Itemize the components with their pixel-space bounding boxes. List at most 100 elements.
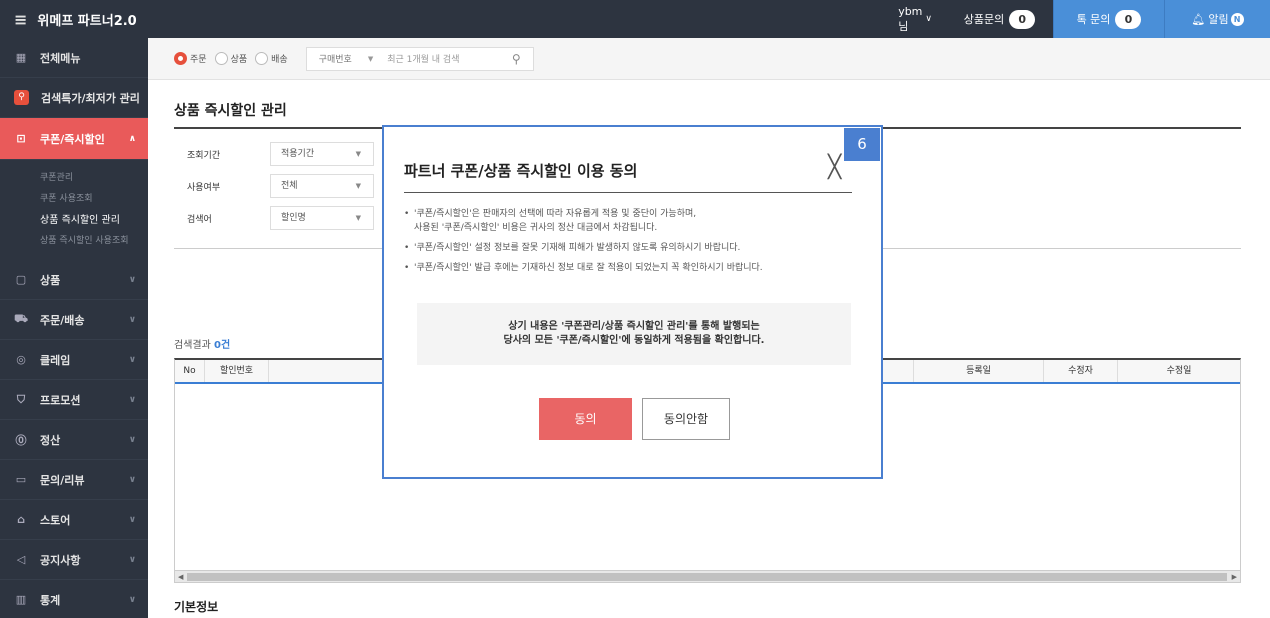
quick-search-box[interactable]: 구매번호 ▼ 최근 1개월 내 검색 ⚲	[305, 46, 534, 71]
radio-icon	[214, 52, 228, 65]
brand: ≡ 위메프 파트너2.0	[0, 10, 900, 29]
scroll-thumb[interactable]	[187, 573, 1227, 581]
bullet-text: '쿠폰/즉시할인'은 판매자의 선택에 따라 자유롭게 적용 및 중단이 가능하…	[414, 209, 697, 219]
user-menu[interactable]: ybm님 ∨	[898, 4, 946, 34]
submenu-instant-discount-usage[interactable]: 상품 즉시할인 사용조회	[40, 231, 148, 252]
radio-delivery[interactable]: 배송	[255, 52, 288, 65]
won-icon: ⓪	[15, 433, 27, 447]
user-name: ybm님	[898, 4, 923, 33]
sidebar-item-settlement[interactable]: ⓪ 정산 ∨	[0, 420, 148, 460]
modal-divider	[404, 192, 852, 193]
column-header: 할인번호	[205, 360, 269, 382]
consent-notice: 상기 내용은 '쿠폰관리/상품 즉시할인 관리'를 통해 발행되는 당사의 모든…	[417, 303, 851, 365]
chevron-down-icon: ∨	[128, 514, 136, 525]
talk-inquiry-button[interactable]: 톡 문의 0	[1054, 0, 1164, 38]
notice-line: 당사의 모든 '쿠폰/즉시할인'에 동일하게 적용됨을 확인합니다.	[503, 335, 765, 346]
search-type-select[interactable]: 구매번호	[319, 52, 352, 65]
notification-button[interactable]: 🔔︎ 알림 N	[1165, 0, 1270, 38]
column-header: 수정일	[1166, 366, 1192, 376]
dropdown-caret-icon: ▼	[367, 54, 374, 63]
radio-label: 주문	[190, 55, 207, 65]
dropdown-caret-icon: ▼	[355, 182, 361, 190]
brand-title[interactable]: 위메프 파트너2.0	[37, 10, 136, 29]
sidebar-item-label: 공지사항	[40, 553, 81, 567]
notification-label: 알림	[1208, 13, 1229, 26]
chevron-down-icon: ∨	[128, 594, 136, 605]
product-inquiry-button[interactable]: 상품문의 0	[946, 0, 1053, 38]
bullet-item: '쿠폰/즉시할인'은 판매자의 선택에 따라 자유롭게 적용 및 중단이 가능하…	[404, 207, 864, 235]
submenu-instant-discount-manage[interactable]: 상품 즉시할인 관리	[40, 210, 148, 231]
sidebar-item-label: 전체메뉴	[40, 51, 81, 65]
search-input[interactable]: 최근 1개월 내 검색	[387, 52, 512, 65]
scroll-right-icon[interactable]: ▶	[1232, 571, 1237, 583]
sidebar-item-label: 프로모션	[40, 393, 81, 407]
radio-label: 상품	[230, 55, 248, 65]
filter-label-usage: 사용여부	[187, 183, 221, 193]
chart-icon: ▥	[15, 593, 27, 606]
bullet-item: '쿠폰/즉시할인' 설정 정보를 잘못 기재해 피해가 발생하지 않도록 유의하…	[404, 241, 864, 255]
radio-icon	[255, 52, 269, 65]
product-inquiry-count: 0	[1009, 9, 1036, 29]
submenu-coupon-usage[interactable]: 쿠폰 사용조회	[40, 189, 148, 210]
agree-button[interactable]: 동의	[539, 398, 632, 440]
product-inquiry-label: 상품문의	[963, 13, 1005, 26]
sidebar-item-label: 검색특가/최저가 관리	[41, 91, 140, 105]
sidebar-item-promotion[interactable]: ⛉ 프로모션 ∨	[0, 380, 148, 420]
close-icon[interactable]: ╳	[828, 157, 841, 179]
filter-select-usage[interactable]: 전체 ▼	[270, 174, 374, 198]
talk-inquiry-count: 0	[1115, 9, 1142, 29]
bullet-text: '쿠폰/즉시할인' 발급 후에는 기재하신 정보 대로 잘 적용이 되었는지 꼭…	[414, 263, 763, 273]
dropdown-caret-icon: ▼	[355, 150, 361, 158]
submenu-coupon-manage[interactable]: 쿠폰관리	[40, 168, 148, 189]
top-bar: ≡ 위메프 파트너2.0 ybm님 ∨ 상품문의 0 톡 문의 0 🔔︎ 알림 …	[0, 0, 1270, 38]
search-icon[interactable]: ⚲	[512, 52, 521, 66]
chevron-down-icon: ∨	[128, 274, 136, 285]
sidebar-item-coupon[interactable]: ⊡ 쿠폰/즉시할인 ∧	[0, 118, 148, 160]
radio-order[interactable]: 주문	[174, 52, 207, 65]
chevron-up-icon: ∧	[128, 133, 136, 144]
hamburger-icon[interactable]: ≡	[14, 10, 27, 29]
sidebar-item-inquiry-review[interactable]: ▭ 문의/리뷰 ∨	[0, 460, 148, 500]
column-header: 수정자	[1044, 360, 1118, 382]
filter-label-keyword: 검색어	[187, 215, 212, 225]
notice-line: 상기 내용은 '쿠폰관리/상품 즉시할인 관리'를 통해 발행되는	[508, 321, 760, 332]
modal-title: 파트너 쿠폰/상품 즉시할인 이용 동의	[404, 162, 638, 180]
sidebar-item-claim[interactable]: ◎ 클레임 ∨	[0, 340, 148, 380]
scroll-left-icon[interactable]: ◀	[178, 571, 183, 583]
result-count: 검색결과 0건	[174, 336, 230, 351]
sidebar-item-label: 문의/리뷰	[40, 473, 85, 487]
horizontal-scrollbar[interactable]: ◀ ▶	[175, 570, 1240, 582]
sidebar-item-all-menu[interactable]: ▦ 전체메뉴	[0, 38, 148, 78]
sidebar-item-store[interactable]: ⌂ 스토어 ∨	[0, 500, 148, 540]
sidebar-item-order[interactable]: ⛟ 주문/배송 ∨	[0, 300, 148, 340]
bullet-text: 사용된 '쿠폰/즉시할인' 비용은 귀사의 정산 대금에서 차감됩니다.	[414, 223, 658, 233]
talk-inquiry-label: 톡 문의	[1076, 13, 1111, 26]
chevron-down-icon: ∨	[128, 554, 136, 565]
new-badge: N	[1230, 12, 1244, 26]
select-value: 전체	[281, 181, 298, 191]
search-icon: ⚲	[14, 90, 29, 105]
step-badge: 6	[844, 128, 880, 161]
sidebar-item-label: 스토어	[40, 513, 71, 527]
sidebar-item-product[interactable]: ▢ 상품 ∨	[0, 260, 148, 300]
sidebar-item-label: 주문/배송	[40, 313, 85, 327]
megaphone-icon: ◁	[16, 553, 26, 566]
sidebar-item-notice[interactable]: ◁ 공지사항 ∨	[0, 540, 148, 580]
sidebar-item-stats[interactable]: ▥ 통계 ∨	[0, 580, 148, 618]
sidebar-item-search-deals[interactable]: ⚲ 검색특가/최저가 관리	[0, 78, 148, 118]
result-label: 검색결과	[174, 340, 211, 351]
coupon-icon: ⊡	[16, 132, 26, 145]
column-header: 등록일	[914, 360, 1044, 382]
filter-select-period[interactable]: 적용기간 ▼	[270, 142, 374, 166]
store-icon: ⌂	[17, 513, 25, 526]
claim-icon: ◎	[16, 353, 26, 366]
filter-label-period: 조회기간	[187, 151, 221, 161]
disagree-button[interactable]: 동의안함	[642, 398, 730, 440]
bullet-item: '쿠폰/즉시할인' 발급 후에는 기재하신 정보 대로 잘 적용이 되었는지 꼭…	[404, 261, 864, 275]
sidebar-item-label: 상품	[40, 273, 61, 287]
filter-select-keyword[interactable]: 할인명 ▼	[270, 206, 374, 230]
chevron-down-icon: ∨	[128, 434, 136, 445]
bullet-text: '쿠폰/즉시할인' 설정 정보를 잘못 기재해 피해가 발생하지 않도록 유의하…	[414, 243, 741, 253]
radio-label: 배송	[271, 55, 288, 65]
radio-product[interactable]: 상품	[214, 52, 248, 65]
